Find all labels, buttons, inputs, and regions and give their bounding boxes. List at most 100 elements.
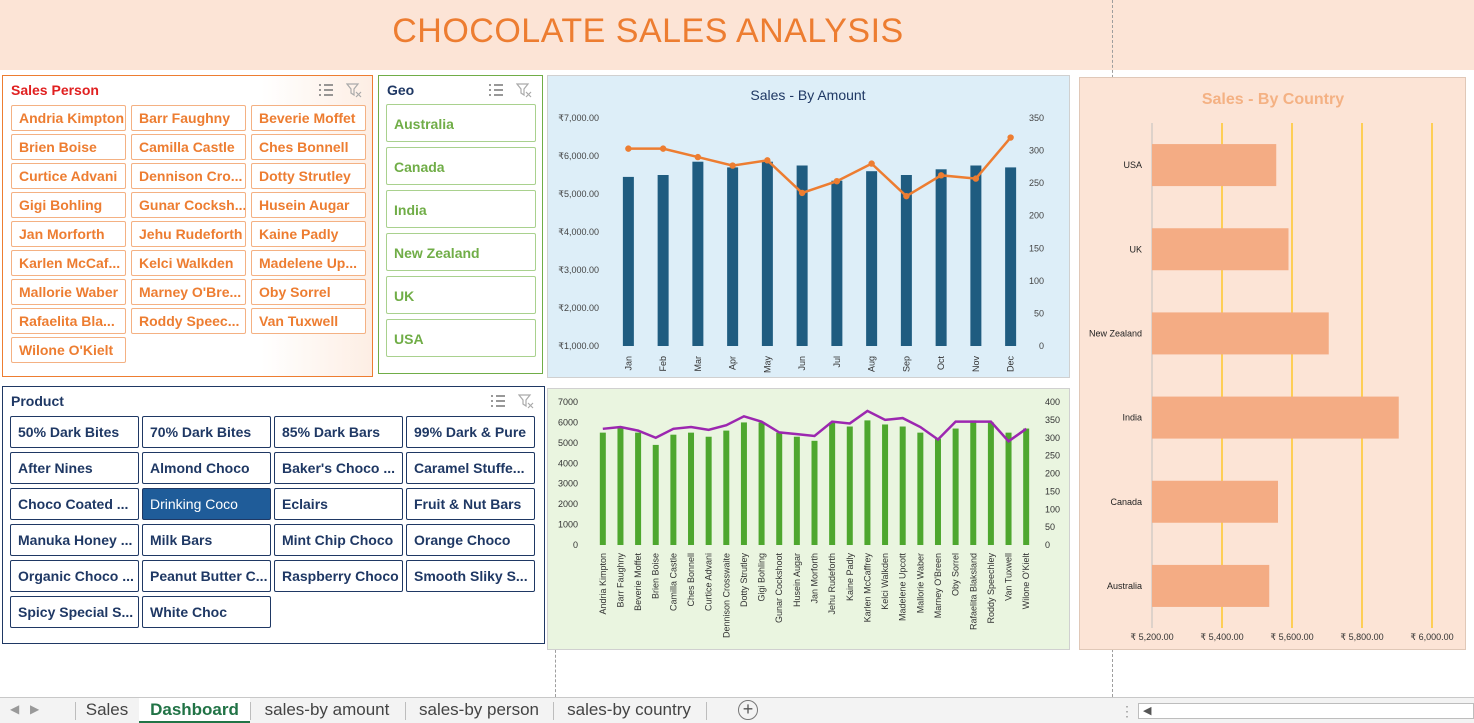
sales-person-item-gigi-bohling[interactable]: Gigi Bohling	[11, 192, 126, 218]
y-tick-label-right: 100	[1029, 276, 1044, 286]
sales-person-item-oby-sorrel[interactable]: Oby Sorrel	[251, 279, 366, 305]
sales-person-item-camilla-castle[interactable]: Camilla Castle	[131, 134, 246, 160]
sales-person-item-karlen-mccaf[interactable]: Karlen McCaf...	[11, 250, 126, 276]
product-item-smooth-sliky-s[interactable]: Smooth Sliky S...	[406, 560, 535, 592]
sales-person-item-brien-boise[interactable]: Brien Boise	[11, 134, 126, 160]
product-item-peanut-butter-c[interactable]: Peanut Butter C...	[142, 560, 271, 592]
x-tick-label: Jan	[623, 356, 633, 371]
sales-person-item-husein-augar[interactable]: Husein Augar	[251, 192, 366, 218]
sales-person-item-beverie-moffet[interactable]: Beverie Moffet	[251, 105, 366, 131]
chart-point	[625, 145, 632, 152]
sales-person-item-dennison-cro[interactable]: Dennison Cro...	[131, 163, 246, 189]
geo-item-usa[interactable]: USA	[386, 319, 536, 357]
geo-item-australia[interactable]: Australia	[386, 104, 536, 142]
multi-select-icon[interactable]	[490, 393, 506, 409]
multi-select-icon[interactable]	[488, 82, 504, 98]
product-item-spicy-special-s[interactable]: Spicy Special S...	[10, 596, 139, 628]
chart-bar	[758, 422, 765, 545]
sales-person-item-mallorie-waber[interactable]: Mallorie Waber	[11, 279, 126, 305]
x-tick-label: Dennison Crosswaite	[721, 553, 731, 638]
product-item-drinking-coco[interactable]: Drinking Coco	[142, 488, 271, 520]
product-item-manuka-honey[interactable]: Manuka Honey ...	[10, 524, 139, 556]
sales-person-item-jehu-rudeforth[interactable]: Jehu Rudeforth	[131, 221, 246, 247]
product-item-eclairs[interactable]: Eclairs	[274, 488, 403, 520]
tab-sales-by-amount[interactable]: sales-by amount	[251, 698, 403, 723]
clear-filter-icon[interactable]	[518, 393, 534, 409]
product-item-after-nines[interactable]: After Nines	[10, 452, 139, 484]
sales-person-item-andria-kimpton[interactable]: Andria Kimpton	[11, 105, 126, 131]
geo-item-uk[interactable]: UK	[386, 276, 536, 314]
product-item-organic-choco[interactable]: Organic Choco ...	[10, 560, 139, 592]
product-item-70-dark-bites[interactable]: 70% Dark Bites	[142, 416, 271, 448]
prev-sheet-icon[interactable]: ◀	[10, 702, 19, 716]
product-item-99-dark-pure[interactable]: 99% Dark & Pure	[406, 416, 535, 448]
sales-person-item-kaine-padly[interactable]: Kaine Padly	[251, 221, 366, 247]
x-tick-label: Jehu Rudeforth	[827, 553, 837, 615]
product-item-fruit-nut-bars[interactable]: Fruit & Nut Bars	[406, 488, 535, 520]
y-tick-label-left: ₹2,000.00	[558, 303, 599, 313]
scroll-left-icon[interactable]: ◀	[1143, 704, 1151, 717]
sales-by-person-chart[interactable]: 7000 6000 5000 4000 3000 2000 1000 0 400 350 300 25…	[547, 388, 1070, 650]
geo-item-new-zealand[interactable]: New Zealand	[386, 233, 536, 271]
multi-select-icon[interactable]	[318, 82, 334, 98]
chart-bar	[1023, 428, 1030, 545]
page-title: CHOCOLATE SALES ANALYSIS	[392, 12, 904, 50]
product-item-milk-bars[interactable]: Milk Bars	[142, 524, 271, 556]
product-item-mint-chip-choco[interactable]: Mint Chip Choco	[274, 524, 403, 556]
sales-person-item-barr-faughny[interactable]: Barr Faughny	[131, 105, 246, 131]
sales-person-item-dotty-strutley[interactable]: Dotty Strutley	[251, 163, 366, 189]
sales-person-item-ches-bonnell[interactable]: Ches Bonnell	[251, 134, 366, 160]
x-tick-label: Feb	[658, 356, 668, 372]
y-tick-label-left: ₹4,000.00	[558, 227, 599, 237]
x-tick-label: ₹ 5,200.00	[1130, 632, 1173, 642]
sales-by-amount-chart[interactable]: Sales - By Amount ₹7,000.00 ₹6,000.00 ₹5,00…	[547, 75, 1070, 378]
chart-bar	[635, 432, 642, 545]
sales-person-item-kelci-walkden[interactable]: Kelci Walkden	[131, 250, 246, 276]
x-tick-label: ₹ 5,400.00	[1200, 632, 1243, 642]
chart-bar	[776, 432, 783, 545]
y-tick-label-right: 250	[1029, 178, 1044, 188]
sales-person-item-roddy-speec[interactable]: Roddy Speec...	[131, 308, 246, 334]
product-item-50-dark-bites[interactable]: 50% Dark Bites	[10, 416, 139, 448]
product-item-raspberry-choco[interactable]: Raspberry Choco	[274, 560, 403, 592]
tab-sales-by-country[interactable]: sales-by country	[554, 698, 704, 723]
geo-item-india[interactable]: India	[386, 190, 536, 228]
sales-person-item-van-tuxwell[interactable]: Van Tuxwell	[251, 308, 366, 334]
product-item-white-choc[interactable]: White Choc	[142, 596, 271, 628]
chart-bar	[846, 426, 853, 545]
product-item-almond-choco[interactable]: Almond Choco	[142, 452, 271, 484]
sales-person-item-madelene-up[interactable]: Madelene Up...	[251, 250, 366, 276]
sales-person-item-curtice-advani[interactable]: Curtice Advani	[11, 163, 126, 189]
tab-dashboard[interactable]: Dashboard	[139, 698, 250, 723]
sales-person-item-gunar-cocksh[interactable]: Gunar Cocksh...	[131, 192, 246, 218]
product-item-85-dark-bars[interactable]: 85% Dark Bars	[274, 416, 403, 448]
next-sheet-icon[interactable]: ▶	[30, 702, 39, 716]
horizontal-scrollbar[interactable]: ◀	[1138, 703, 1474, 719]
sales-person-item-wilone-o-kielt[interactable]: Wilone O'Kielt	[11, 337, 126, 363]
sales-by-country-svg: Sales - By Country ₹ 5,200.00 ₹ 5,400.00 ₹ …	[1089, 91, 1454, 642]
chart-point	[937, 172, 945, 179]
x-tick-label: Ches Bonnell	[686, 553, 696, 607]
clear-filter-icon[interactable]	[346, 82, 362, 98]
clear-filter-icon[interactable]	[516, 82, 532, 98]
sales-person-item-jan-morforth[interactable]: Jan Morforth	[11, 221, 126, 247]
chart-bar	[723, 430, 730, 545]
tab-sales-by-person[interactable]: sales-by person	[406, 698, 552, 723]
chart-bar	[692, 161, 704, 346]
product-item-caramel-stuffe[interactable]: Caramel Stuffe...	[406, 452, 535, 484]
geo-slicer-title: Geo	[387, 82, 415, 98]
product-item-choco-coated[interactable]: Choco Coated ...	[10, 488, 139, 520]
product-item-baker-s-choco[interactable]: Baker's Choco ...	[274, 452, 403, 484]
x-tick-label: Andria Kimpton	[598, 553, 608, 615]
sales-person-item-marney-o-bre[interactable]: Marney O'Bre...	[131, 279, 246, 305]
x-tick-label: Nov	[971, 356, 981, 373]
product-item-orange-choco[interactable]: Orange Choco	[406, 524, 535, 556]
chart-bar	[761, 161, 773, 346]
geo-item-canada[interactable]: Canada	[386, 147, 536, 185]
add-sheet-button[interactable]: +	[738, 700, 758, 720]
x-tick-label: Dotty Strutley	[739, 553, 749, 608]
sales-person-item-rafaelita-bla[interactable]: Rafaelita Bla...	[11, 308, 126, 334]
tab-sales[interactable]: Sales	[76, 698, 138, 723]
sales-by-country-chart[interactable]: Sales - By Country ₹ 5,200.00 ₹ 5,400.00 ₹ …	[1079, 77, 1466, 650]
x-tick-label: May	[762, 356, 772, 374]
